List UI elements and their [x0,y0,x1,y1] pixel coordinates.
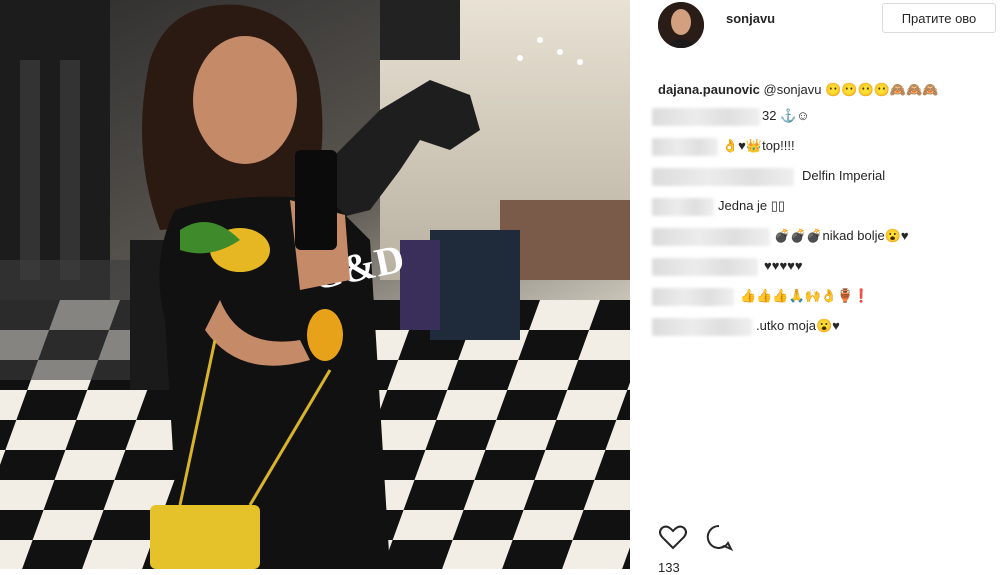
blurred-username [652,228,770,246]
post-username[interactable]: sonjavu [726,11,775,26]
post-side-panel: sonjavu Пратите ово dajana.paunovic @son… [640,0,1000,575]
blurred-username [652,318,752,336]
comment-item: Delfin Imperial [652,166,992,189]
caption-username[interactable]: dajana.paunovic [658,82,760,97]
comment-text: 32 ⚓☺ [762,108,810,123]
blurred-username [652,198,714,216]
comment-icon[interactable] [704,522,734,552]
likes-count: 133 [658,560,680,575]
comment-item: 💣💣💣nikad bolje😮♥ [652,226,992,249]
comment-item: 👌♥👑top!!!! [652,136,992,159]
comment-text: Delfin Imperial [802,168,886,183]
avatar[interactable] [658,2,704,48]
comment-text: .utko moja😮♥ [756,318,840,333]
comment-item: 32 ⚓☺ [652,106,992,129]
comment-text: ♥♥♥♥♥ [764,258,803,273]
post-header: sonjavu Пратите ово [640,0,1000,48]
comment-item: 👍👍👍🙏🙌👌🏺❗ [652,286,992,309]
caption-emoji: 😶😶😶😶🙈🙈🙈 [825,82,939,97]
comment-text: 👍👍👍🙏🙌👌🏺❗ [740,288,870,303]
post-caption: dajana.paunovic @sonjavu 😶😶😶😶🙈🙈🙈 [658,82,938,98]
comment-text: 💣💣💣nikad bolje😮♥ [774,228,909,243]
comment-text: Jedna je ▯▯ [718,198,786,213]
photo-illustration: G&D [0,0,630,569]
blurred-username [652,138,718,156]
post-photo[interactable]: G&D [0,0,630,569]
avatar-image [658,2,704,48]
blurred-username [652,258,758,276]
comment-item: Jedna je ▯▯ [652,196,992,219]
comment-text: 👌♥👑top!!!! [722,138,795,153]
comment-item: ♥♥♥♥♥ [652,256,992,279]
blurred-username [652,168,794,186]
blurred-username [652,288,734,306]
blurred-username [652,108,760,126]
caption-mention[interactable]: @sonjavu [764,82,822,97]
comment-list: 32 ⚓☺ 👌♥👑top!!!! Delfin Imperial Jedna j… [652,106,992,346]
follow-button[interactable]: Пратите ово [882,3,996,33]
heart-icon[interactable] [658,522,688,552]
comment-item: .utko moja😮♥ [652,316,992,339]
